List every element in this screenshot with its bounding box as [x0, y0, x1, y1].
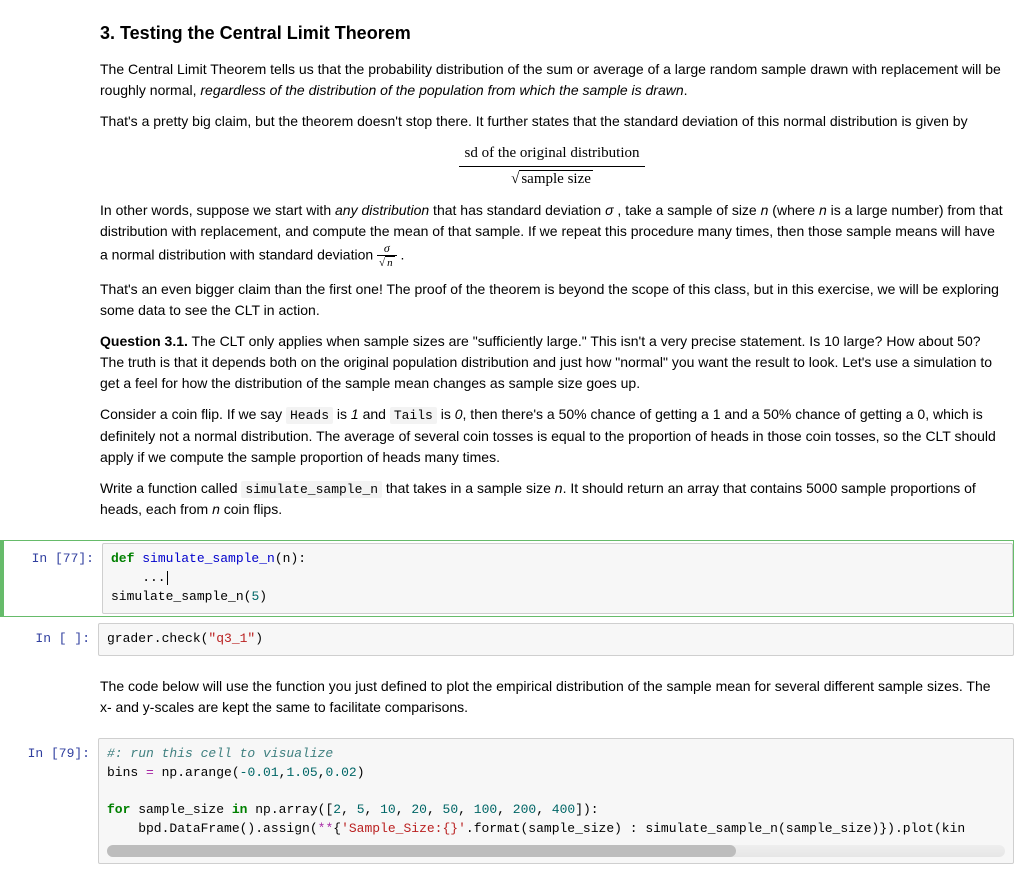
sqrt-radicand: n — [385, 256, 395, 269]
code-cell[interactable]: In [79]: #: run this cell to visualize b… — [0, 738, 1014, 864]
code-text: { — [333, 821, 341, 836]
num: -0.01 — [240, 765, 279, 780]
code-text: (n): — [275, 551, 306, 566]
op: = — [146, 765, 154, 780]
cell-prompt: In [ ]: — [0, 623, 98, 649]
num: 0.02 — [326, 765, 357, 780]
paragraph: In other words, suppose we start with an… — [100, 200, 1004, 269]
code-text: .format(sample_size) : simulate_sample_n… — [466, 821, 965, 836]
op: ** — [318, 821, 334, 836]
str: "q3_1" — [208, 631, 255, 646]
code-input[interactable]: #: run this cell to visualize bins = np.… — [98, 738, 1014, 864]
section-heading: 3. Testing the Central Limit Theorem — [100, 20, 1004, 47]
kw: for — [107, 802, 130, 817]
scrollbar-thumb[interactable] — [107, 845, 736, 857]
text: (where — [768, 202, 819, 218]
text-em: regardless of the distribution of the po… — [200, 82, 683, 98]
paragraph: Consider a coin flip. If we say Heads is… — [100, 404, 1004, 468]
code-text: grader.check( — [107, 631, 208, 646]
comment: #: run this cell to visualize — [107, 746, 333, 761]
paragraph: Write a function called simulate_sample_… — [100, 478, 1004, 521]
text: that takes in a sample size — [382, 480, 555, 496]
horizontal-scrollbar[interactable] — [107, 845, 1005, 857]
paragraph: That's an even bigger claim than the fir… — [100, 279, 1004, 321]
math-num: 1 — [351, 406, 359, 422]
code-text: sample_size — [130, 802, 231, 817]
inline-code: Tails — [390, 407, 437, 424]
paragraph: That's a pretty big claim, but the theor… — [100, 111, 1004, 132]
text-cursor — [167, 571, 168, 585]
cell-prompt: In [77]: — [4, 543, 102, 569]
text: that has standard deviation — [429, 202, 605, 218]
text: . — [397, 246, 405, 262]
inline-fraction: σ n — [377, 242, 397, 269]
text: . — [684, 82, 688, 98]
math-formula: sd of the original distribution sample s… — [100, 142, 1004, 190]
num: 5 — [357, 802, 365, 817]
num: 10 — [380, 802, 396, 817]
paragraph: The Central Limit Theorem tells us that … — [100, 59, 1004, 101]
kw: def — [111, 551, 134, 566]
code-text: bins — [107, 765, 146, 780]
text: Write a function called — [100, 480, 241, 496]
code-cell-active[interactable]: In [77]: def simulate_sample_n(n): ... s… — [0, 540, 1014, 617]
code-text: np.array([ — [247, 802, 333, 817]
code-text: np.arange( — [154, 765, 240, 780]
fraction-denominator: sample size — [459, 167, 646, 191]
math-var: n — [555, 480, 563, 496]
text: is — [437, 406, 455, 422]
code-text: ) — [259, 589, 267, 604]
inline-code: Heads — [286, 407, 333, 424]
text: coin flips. — [220, 501, 282, 517]
math-var: n — [819, 202, 827, 218]
text: In other words, suppose we start with — [100, 202, 335, 218]
text-cell: The code below will use the function you… — [100, 662, 1004, 732]
fraction-numerator: σ — [377, 242, 397, 256]
paragraph: Question 3.1. The CLT only applies when … — [100, 331, 1004, 394]
question-label: Question 3.1. — [100, 333, 188, 349]
array-literal: 2, 5, 10, 20, 50, 100, 200, 400 — [333, 802, 575, 817]
math-var: σ — [605, 202, 613, 218]
text: is — [333, 406, 351, 422]
text: , take a sample of size — [614, 202, 761, 218]
num: 400 — [552, 802, 575, 817]
kw: in — [232, 802, 248, 817]
funcname: simulate_sample_n — [142, 551, 275, 566]
num: 2 — [333, 802, 341, 817]
num: 100 — [474, 802, 497, 817]
code-text: ) — [357, 765, 365, 780]
cell-prompt: In [79]: — [0, 738, 98, 764]
sqrt-radicand: sample size — [519, 170, 593, 187]
notebook: 3. Testing the Central Limit Theorem The… — [0, 0, 1024, 890]
fraction-numerator: sd of the original distribution — [459, 142, 646, 167]
text-cell: 3. Testing the Central Limit Theorem The… — [100, 0, 1004, 534]
paragraph: The code below will use the function you… — [100, 676, 1004, 718]
code-text: simulate_sample_n( — [111, 589, 251, 604]
code-text: ) — [255, 631, 263, 646]
fraction-denominator: n — [377, 256, 397, 269]
code-cell[interactable]: In [ ]: grader.check("q3_1") — [0, 623, 1014, 656]
math-num: 0 — [455, 406, 463, 422]
code-input[interactable]: def simulate_sample_n(n): ... simulate_s… — [102, 543, 1013, 614]
num: 50 — [443, 802, 459, 817]
code-text: bpd.DataFrame().assign( — [107, 821, 318, 836]
text: Consider a coin flip. If we say — [100, 406, 286, 422]
math-var: n — [212, 501, 220, 517]
num: 1.05 — [286, 765, 317, 780]
code-text: ... — [111, 570, 166, 585]
text: and — [359, 406, 390, 422]
inline-code: simulate_sample_n — [241, 481, 382, 498]
text-em: any distribution — [335, 202, 429, 218]
code-input[interactable]: grader.check("q3_1") — [98, 623, 1014, 656]
code-text: ]): — [575, 802, 598, 817]
text: The CLT only applies when sample sizes a… — [100, 333, 992, 391]
str: 'Sample_Size:{}' — [341, 821, 466, 836]
num: 20 — [411, 802, 427, 817]
num: 200 — [513, 802, 536, 817]
